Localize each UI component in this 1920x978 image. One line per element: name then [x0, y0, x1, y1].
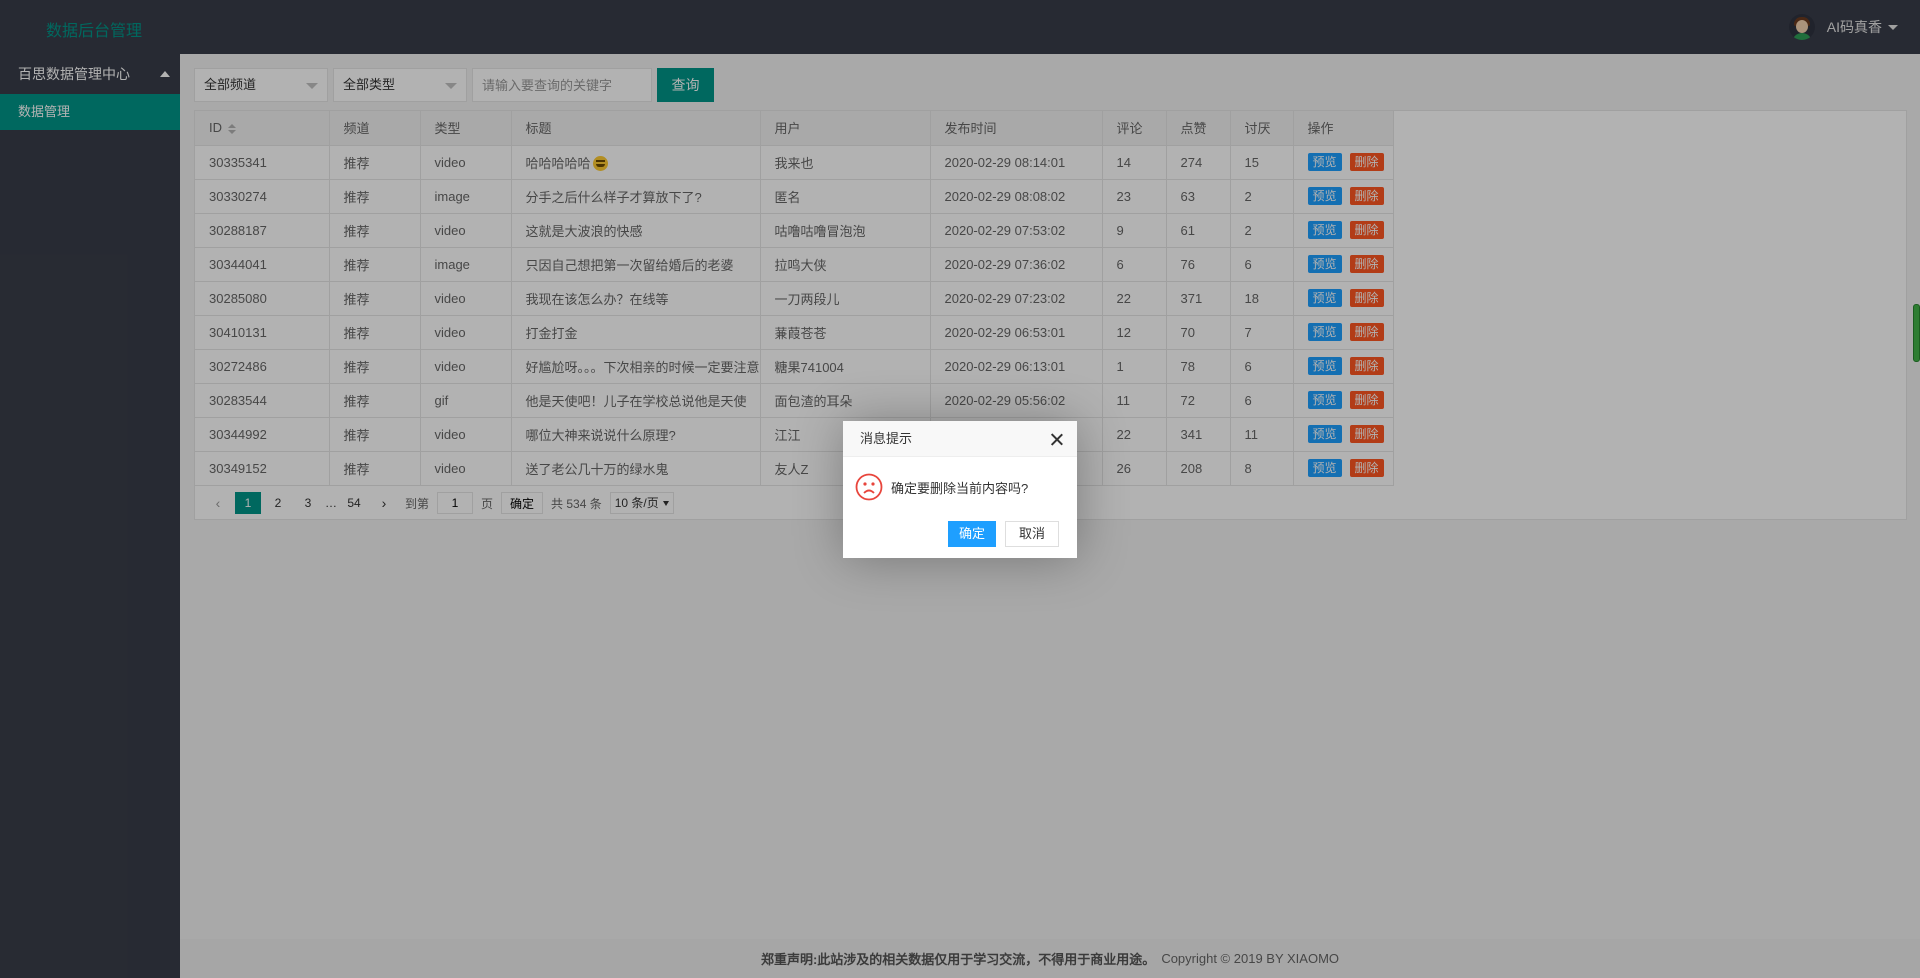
dialog-message: 确定要删除当前内容吗?: [891, 480, 1029, 496]
dialog-cancel-button[interactable]: 取消: [1004, 521, 1059, 547]
dialog-title: 消息提示: [860, 431, 913, 446]
dialog-buttons: 确定 取消: [947, 521, 1059, 547]
dialog-ok-button[interactable]: 确定: [947, 521, 996, 547]
close-icon[interactable]: [1051, 433, 1063, 445]
dialog-title-bar: 消息提示: [843, 421, 1077, 457]
confirm-dialog: 消息提示 确定要删除当前内容吗? 确定 取消: [843, 421, 1077, 558]
scrollbar-thumb[interactable]: [1913, 304, 1920, 362]
sad-face-icon: [855, 473, 883, 501]
dialog-body: 确定要删除当前内容吗?: [855, 473, 1028, 501]
